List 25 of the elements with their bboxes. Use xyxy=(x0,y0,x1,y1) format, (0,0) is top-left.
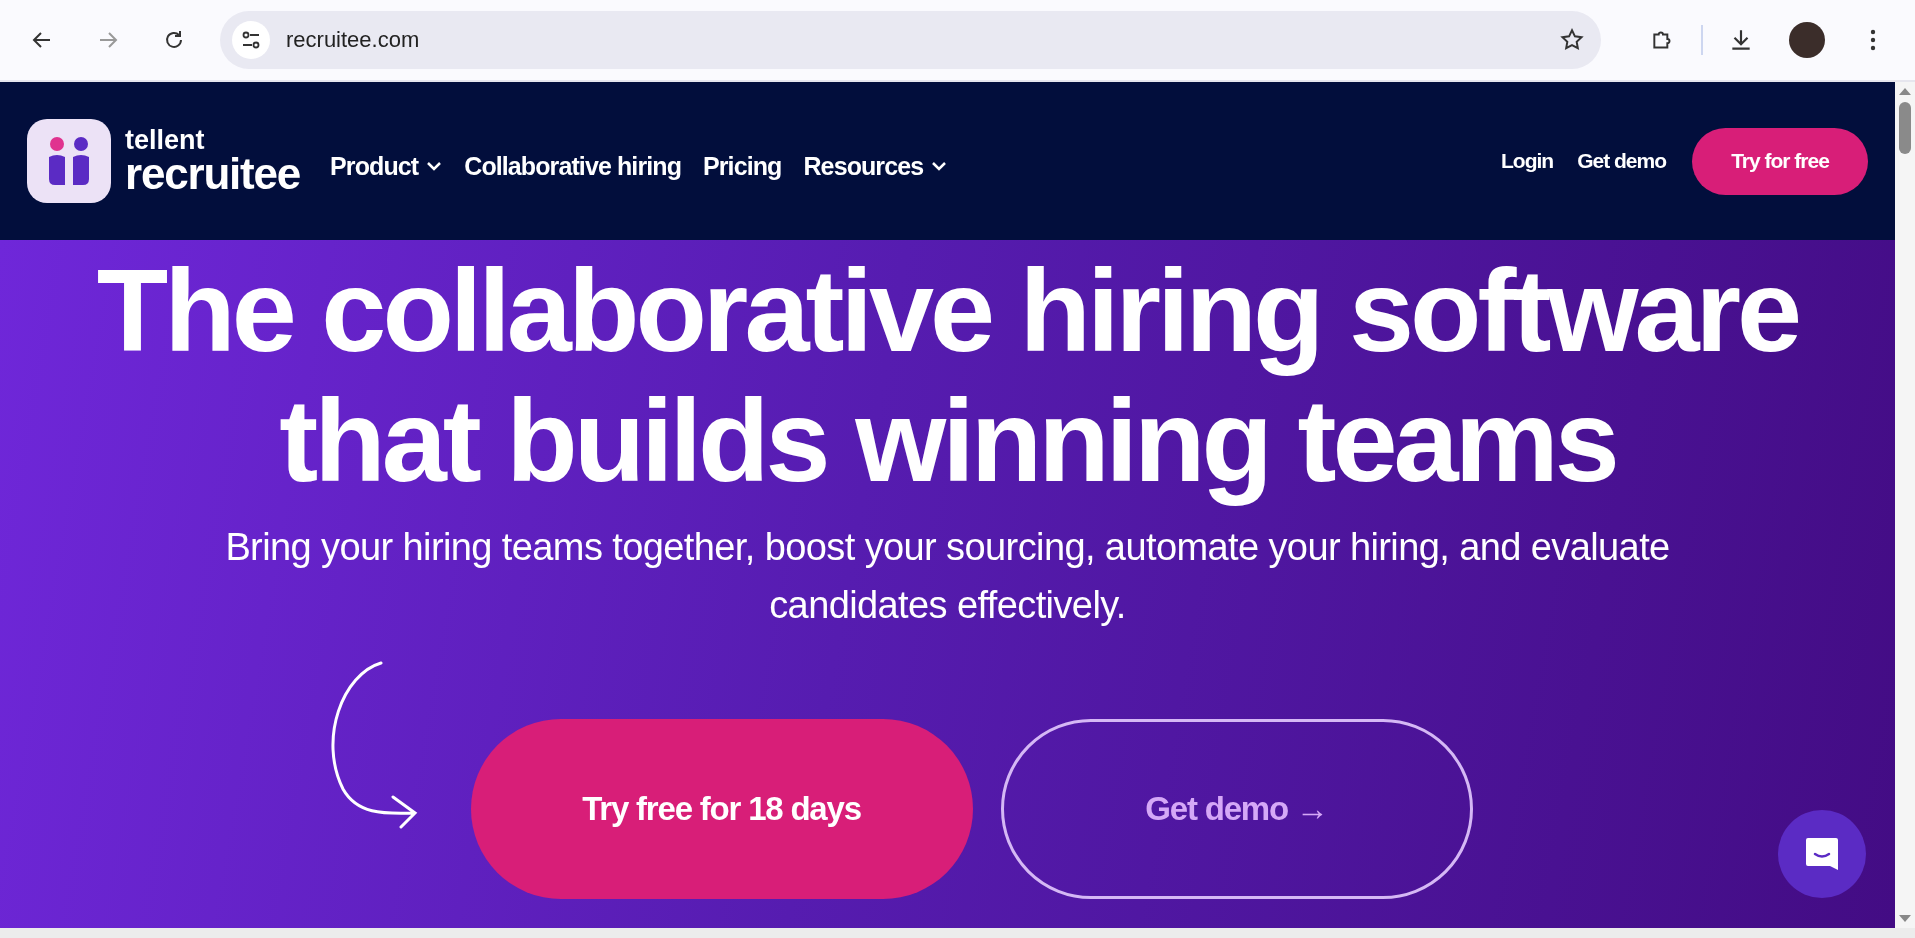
url-text: recruitee.com xyxy=(286,27,421,53)
nav-link[interactable]: Pricing xyxy=(703,151,782,181)
login-link[interactable]: Login xyxy=(1501,149,1554,173)
scrollbar[interactable] xyxy=(1895,82,1915,928)
try-free-button[interactable]: Try free for 18 days xyxy=(470,719,973,899)
bookmark-star-icon[interactable] xyxy=(1559,27,1585,53)
hero-subtitle: Bring your hiring teams together, boost your sourcing, automate your hiring, and evaluate candidates effectively. xyxy=(224,525,1671,628)
chevron-down-icon[interactable] xyxy=(426,161,443,171)
logo-brand-text[interactable]: tellent xyxy=(125,126,301,154)
hero-headline: The collaborative hiring software that builds winning teams xyxy=(96,246,1799,506)
site-settings-icon[interactable] xyxy=(232,21,270,59)
scroll-up-icon[interactable] xyxy=(1898,86,1912,96)
nav-link[interactable]: Product xyxy=(330,151,443,181)
get-demo-button[interactable]: Get demo → xyxy=(1000,719,1473,899)
scroll-down-icon[interactable] xyxy=(1898,914,1912,924)
nav-link[interactable]: Resources xyxy=(803,151,948,181)
get-demo-link[interactable]: Get demo xyxy=(1577,149,1666,173)
nav-link[interactable]: Collaborative hiring xyxy=(464,151,681,181)
logo-icon[interactable] xyxy=(27,119,111,203)
logo-product-text[interactable]: recruitee xyxy=(125,151,301,196)
scrollbar-thumb[interactable] xyxy=(1899,102,1911,154)
address-bar[interactable]: recruitee.com xyxy=(220,11,1601,69)
chevron-down-icon[interactable] xyxy=(931,161,948,171)
try-for-free-button[interactable]: Try for free xyxy=(1692,127,1868,195)
profile-avatar[interactable] xyxy=(1789,22,1825,58)
